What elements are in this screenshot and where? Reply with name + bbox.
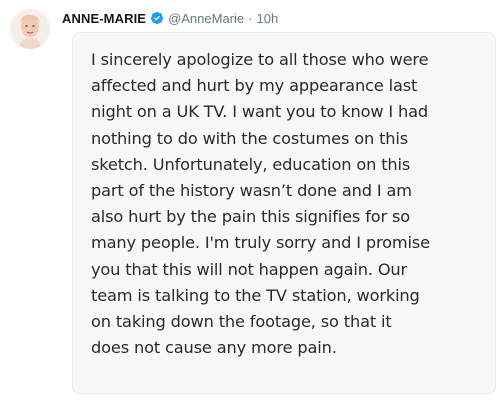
display-name[interactable]: ANNE-MARIE xyxy=(62,11,146,26)
tweet-image-card[interactable]: I sincerely apologize to all those who w… xyxy=(72,32,496,394)
apology-statement-text: I sincerely apologize to all those who w… xyxy=(91,50,430,358)
avatar[interactable] xyxy=(10,9,50,49)
tweet: ANNE-MARIE @AnneMarie · 10h I sincerely … xyxy=(0,0,500,400)
handle[interactable]: @AnneMarie xyxy=(168,11,244,26)
verified-badge-icon xyxy=(150,11,164,25)
tweet-header: ANNE-MARIE @AnneMarie · 10h xyxy=(62,9,278,27)
avatar-photo-icon xyxy=(10,9,50,49)
timestamp[interactable]: 10h xyxy=(256,11,278,26)
separator-dot: · xyxy=(248,10,253,26)
